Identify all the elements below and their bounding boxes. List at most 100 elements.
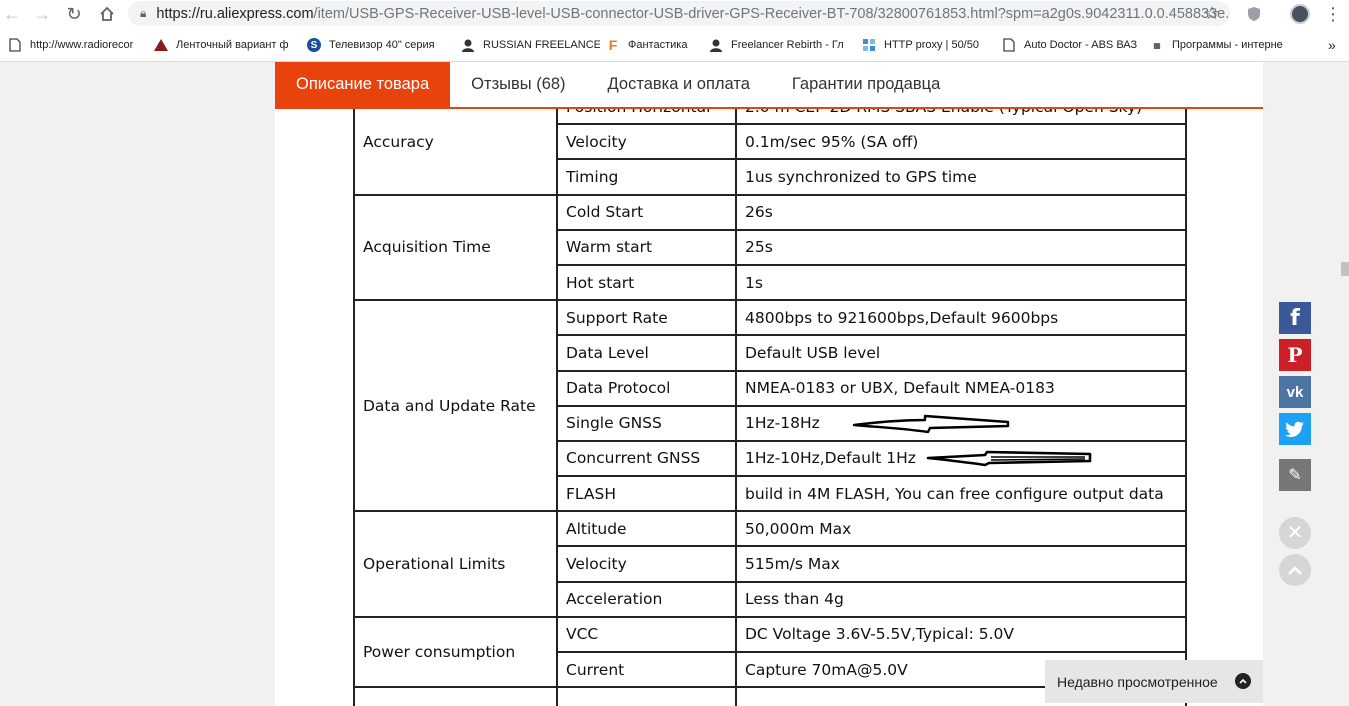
address-bar[interactable]: 🔒︎ https://ru.aliexpress.com/item/USB-GP…	[128, 1, 1230, 26]
bookmark-item[interactable]: RUSSIAN FREELANCER	[455, 34, 600, 56]
back-icon[interactable]: ←	[0, 2, 24, 26]
close-share-button[interactable]: ✕	[1279, 517, 1311, 549]
recently-viewed-toggle[interactable]: Недавно просмотренное	[1045, 660, 1263, 703]
page-icon	[1002, 38, 1016, 52]
pinterest-icon: P	[1287, 343, 1303, 367]
category-cell	[353, 686, 558, 706]
scrollbar[interactable]	[1340, 62, 1349, 706]
param-cell: Acceleration	[556, 580, 737, 618]
value-cell: Less than 4g	[735, 580, 1187, 618]
facebook-share-button[interactable]: f	[1279, 302, 1311, 334]
bookmark-label: Программы - интерне	[1172, 39, 1283, 51]
value-cell: 50,000m Max	[735, 510, 1187, 548]
param-cell: Support Rate	[556, 299, 737, 337]
bookmark-item[interactable]: http://www.radiorecor	[2, 34, 148, 56]
close-icon: ✕	[1286, 522, 1304, 544]
annotation-arrow-icon	[926, 450, 1092, 467]
value-cell: 25s	[735, 228, 1187, 266]
value-cell: 0.1m/sec 95% (SA off)	[735, 123, 1187, 161]
bookmark-item[interactable]: ▦ Программы - интерне	[1144, 34, 1304, 56]
category-cell: Acquisition Time	[353, 193, 558, 302]
param-cell	[556, 686, 737, 706]
scrollbar-thumb[interactable]	[1341, 262, 1349, 276]
bookmark-label: http://www.radiorecor	[30, 39, 134, 51]
person-icon	[461, 38, 475, 52]
category-cell: Data and Update Rate	[353, 299, 558, 513]
param-cell: FLASH	[556, 475, 737, 513]
recently-viewed-label: Недавно просмотренное	[1057, 673, 1218, 690]
value-cell: 515m/s Max	[735, 545, 1187, 583]
param-cell: Cold Start	[556, 193, 737, 231]
value-cell: NMEA-0183 or UBX, Default NMEA-0183	[735, 369, 1187, 407]
product-tabs: Описание товара Отзывы (68) Доставка и о…	[275, 62, 1263, 109]
table-row: Operational Limits Altitude 50,000m Max	[353, 510, 1187, 618]
bookmark-label: Телевизор 40" серия	[329, 39, 435, 51]
param-cell: VCC	[556, 615, 737, 654]
spec-table: Accuracy Position Horizontal 2.0 m CEP 2…	[353, 87, 1187, 706]
bookmark-label: RUSSIAN FREELANCER	[483, 39, 600, 51]
param-cell: Altitude	[556, 510, 737, 548]
person-icon	[709, 38, 723, 52]
param-cell: Single GNSS	[556, 404, 737, 442]
param-cell: Warm start	[556, 228, 737, 266]
twitter-share-button[interactable]	[1279, 413, 1311, 445]
lock-icon: 🔒︎	[140, 6, 147, 20]
param-cell: Hot start	[556, 263, 737, 302]
bookmark-item[interactable]: Freelancer Rebirth - Гл	[703, 34, 856, 56]
browser-toolbar: ← → ↻ 🔒︎ https://ru.aliexpress.com/item/…	[0, 0, 1349, 29]
page-icon	[8, 38, 22, 52]
scroll-to-top-button[interactable]	[1279, 554, 1311, 586]
bookmark-star-icon[interactable]: ☆	[1204, 3, 1220, 24]
category-cell: Power consumption	[353, 615, 558, 689]
url-host: https://ru.aliexpress.com	[156, 5, 314, 22]
twitter-icon	[1285, 421, 1304, 437]
edit-icon: ✎	[1288, 467, 1302, 484]
value-cell: 1s	[735, 263, 1187, 302]
product-description-panel: Описание товара Отзывы (68) Доставка и о…	[275, 62, 1263, 706]
param-cell: Current	[556, 650, 737, 689]
param-cell: Velocity	[556, 545, 737, 583]
profile-avatar-icon[interactable]	[1290, 4, 1310, 24]
vk-icon: vk	[1286, 383, 1304, 401]
vk-share-button[interactable]: vk	[1279, 376, 1311, 408]
tab-reviews[interactable]: Отзывы (68)	[450, 62, 586, 107]
category-cell: Operational Limits	[353, 510, 558, 618]
bookmark-label: Фантастика	[628, 39, 688, 51]
triangle-icon	[154, 38, 168, 52]
bookmark-label: Auto Doctor - ABS ВАЗ	[1024, 39, 1138, 51]
chevron-up-icon	[1288, 566, 1302, 575]
edit-note-button[interactable]: ✎	[1279, 459, 1311, 491]
f-letter-icon: F	[608, 37, 618, 53]
pinterest-share-button[interactable]: P	[1279, 339, 1311, 371]
value-cell: build in 4M FLASH, You can free configur…	[735, 475, 1187, 513]
tab-shipping[interactable]: Доставка и оплата	[587, 62, 771, 107]
bookmark-item[interactable]: S Телевизор 40" серия	[301, 34, 455, 56]
bookmark-label: Ленточный вариант ф	[176, 39, 289, 51]
param-cell: Concurrent GNSS	[556, 439, 737, 478]
bookmark-item[interactable]: F Фантастика	[600, 34, 703, 56]
tab-seller-guarantee[interactable]: Гарантии продавца	[771, 62, 961, 107]
table-row: Power consumption VCC DC Voltage 3.6V-5.…	[353, 615, 1187, 689]
annotation-arrow-icon	[852, 414, 1010, 434]
tab-description[interactable]: Описание товара	[275, 62, 451, 107]
bookmarks-overflow-button[interactable]: »	[1322, 34, 1342, 56]
value-cell: Default USB level	[735, 334, 1187, 372]
home-icon[interactable]	[95, 2, 119, 26]
value-cell: 4800bps to 921600bps,Default 9600bps	[735, 299, 1187, 337]
bookmarks-bar: http://www.radiorecor Ленточный вариант …	[0, 29, 1349, 62]
value-cell: DC Voltage 3.6V-5.5V,Typical: 5.0V	[735, 615, 1187, 654]
reload-icon[interactable]: ↻	[62, 2, 86, 26]
chevron-up-icon	[1235, 673, 1251, 689]
bookmark-item[interactable]: Ленточный вариант ф	[148, 34, 301, 56]
menu-kebab-icon[interactable]: ⋮	[1323, 4, 1343, 24]
url-path: /item/USB-GPS-Receiver-USB-level-USB-con…	[313, 5, 1230, 22]
value-cell: 26s	[735, 193, 1187, 231]
bookmark-label: HTTP proxy | 50/50	[884, 39, 979, 51]
facebook-icon: f	[1290, 305, 1300, 331]
param-cell: Data Level	[556, 334, 737, 372]
bookmark-item[interactable]: Auto Doctor - ABS ВАЗ	[996, 34, 1144, 56]
param-cell: Timing	[556, 158, 737, 196]
bookmark-item[interactable]: HTTP proxy | 50/50	[856, 34, 996, 56]
extension-shield-icon[interactable]	[1244, 4, 1264, 24]
forward-icon[interactable]: →	[30, 2, 54, 26]
